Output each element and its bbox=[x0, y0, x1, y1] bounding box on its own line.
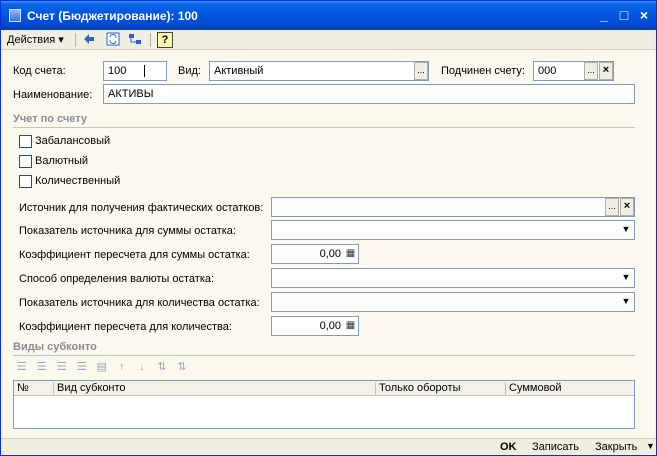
sort-desc-icon[interactable]: ⇅ bbox=[174, 360, 191, 373]
chevron-down-icon[interactable]: ▼ bbox=[618, 269, 634, 287]
account-code-value: 100 bbox=[108, 65, 127, 77]
subconto-table[interactable]: № Вид субконто Только обороты Суммовой bbox=[13, 380, 635, 429]
parent-account-value: 000 bbox=[538, 65, 557, 77]
parent-account-label: Подчинен счету: bbox=[441, 65, 525, 77]
parent-select-button[interactable]: ... bbox=[584, 62, 598, 80]
qty-coef-label: Коэффициент пересчета для количества: bbox=[19, 321, 232, 333]
account-window: Счет (Бюджетирование): 100 _ □ × Действи… bbox=[0, 0, 657, 456]
toolbar-divider bbox=[150, 33, 151, 47]
kind-value: Активный bbox=[214, 65, 264, 77]
title-bar[interactable]: Счет (Бюджетирование): 100 _ □ × bbox=[1, 1, 656, 30]
text-cursor bbox=[144, 65, 149, 77]
maximize-button[interactable]: □ bbox=[615, 6, 633, 24]
account-code-input[interactable]: 100 bbox=[103, 61, 167, 81]
calculator-icon[interactable]: ▦ bbox=[344, 247, 357, 261]
save-button[interactable]: Записать bbox=[532, 441, 579, 453]
delete-row-icon[interactable]: ☰ bbox=[73, 360, 90, 373]
clear-icon[interactable]: × bbox=[620, 198, 634, 216]
chevron-down-icon[interactable]: ▼ bbox=[646, 441, 655, 451]
sum-coef-label: Коэффициент пересчета для суммы остатка: bbox=[19, 249, 250, 261]
sum-coef-value: 0,00 bbox=[319, 248, 341, 260]
clear-icon[interactable]: × bbox=[599, 62, 613, 80]
account-code-label: Код счета: bbox=[13, 65, 66, 77]
currency-label: Валютный bbox=[35, 155, 89, 167]
qty-indicator-select[interactable] bbox=[271, 292, 635, 312]
off-balance-label: Забалансовый bbox=[35, 135, 111, 147]
kind-field[interactable]: Активный bbox=[209, 61, 429, 81]
kind-label: Вид: bbox=[178, 65, 201, 77]
help-button[interactable]: ? bbox=[157, 32, 173, 48]
move-up-icon[interactable]: ↑ bbox=[113, 361, 130, 373]
close-button[interactable]: × bbox=[635, 6, 653, 24]
ok-button[interactable]: OK bbox=[500, 441, 517, 453]
column-header[interactable]: Вид субконто bbox=[54, 382, 376, 395]
window-title: Счет (Бюджетирование): 100 bbox=[27, 9, 198, 23]
name-input[interactable]: АКТИВЫ bbox=[103, 84, 635, 104]
accounting-section-title: Учет по счету bbox=[13, 113, 88, 125]
currency-method-select[interactable] bbox=[271, 268, 635, 288]
add-row-icon[interactable]: ☰ bbox=[13, 360, 30, 373]
kind-select-button[interactable]: ... bbox=[414, 62, 428, 80]
toolbar: Действия ▾ ? bbox=[1, 30, 656, 50]
footer-bar: OK Записать Закрыть ▼ bbox=[1, 438, 656, 455]
close-form-button[interactable]: Закрыть bbox=[595, 441, 637, 453]
section-divider bbox=[13, 127, 635, 128]
sum-indicator-label: Показатель источника для суммы остатка: bbox=[19, 225, 236, 237]
column-header[interactable]: № bbox=[14, 382, 54, 395]
chevron-down-icon[interactable]: ▼ bbox=[618, 221, 634, 239]
subconto-section-title: Виды субконто bbox=[13, 341, 97, 353]
refresh-icon[interactable] bbox=[105, 32, 121, 48]
source-label: Источник для получения фактических остат… bbox=[19, 202, 264, 214]
section-divider bbox=[13, 355, 635, 356]
qty-indicator-label: Показатель источника для количества оста… bbox=[19, 297, 260, 309]
qty-coef-value: 0,00 bbox=[319, 320, 341, 332]
actions-menu[interactable]: Действия ▾ bbox=[7, 33, 64, 46]
sort-asc-icon[interactable]: ⇅ bbox=[153, 360, 170, 373]
quantity-label: Количественный bbox=[35, 175, 121, 187]
move-down-icon[interactable]: ↓ bbox=[133, 361, 150, 373]
column-header[interactable]: Только обороты bbox=[376, 382, 506, 395]
table-header: № Вид субконто Только обороты Суммовой bbox=[14, 381, 634, 396]
source-select-button[interactable]: ... bbox=[605, 198, 619, 216]
end-edit-icon[interactable]: ▤ bbox=[93, 360, 110, 373]
window-icon bbox=[9, 9, 21, 22]
actions-label: Действия bbox=[7, 34, 56, 46]
subconto-toolbar: ☰ ☰ ☰ ☰ ▤ ↑ ↓ ⇅ ⇅ bbox=[13, 360, 191, 378]
go-back-icon[interactable] bbox=[81, 32, 97, 48]
sum-indicator-select[interactable] bbox=[271, 220, 635, 240]
calculator-icon[interactable]: ▦ bbox=[344, 319, 357, 333]
insert-row-icon[interactable]: ☰ bbox=[33, 360, 50, 373]
copy-row-icon[interactable]: ☰ bbox=[53, 360, 70, 373]
source-field[interactable] bbox=[271, 197, 635, 217]
toolbar-divider bbox=[75, 33, 76, 47]
currency-checkbox[interactable] bbox=[19, 155, 32, 168]
name-value: АКТИВЫ bbox=[108, 88, 154, 100]
off-balance-checkbox[interactable] bbox=[19, 135, 32, 148]
structure-icon[interactable] bbox=[127, 32, 143, 48]
quantity-checkbox[interactable] bbox=[19, 175, 32, 188]
currency-method-label: Способ определения валюты остатка: bbox=[19, 273, 215, 285]
chevron-down-icon[interactable]: ▼ bbox=[618, 293, 634, 311]
column-header[interactable]: Суммовой bbox=[506, 382, 634, 395]
name-label: Наименование: bbox=[13, 89, 93, 101]
minimize-button[interactable]: _ bbox=[595, 6, 613, 24]
chevron-down-icon: ▾ bbox=[58, 34, 64, 46]
